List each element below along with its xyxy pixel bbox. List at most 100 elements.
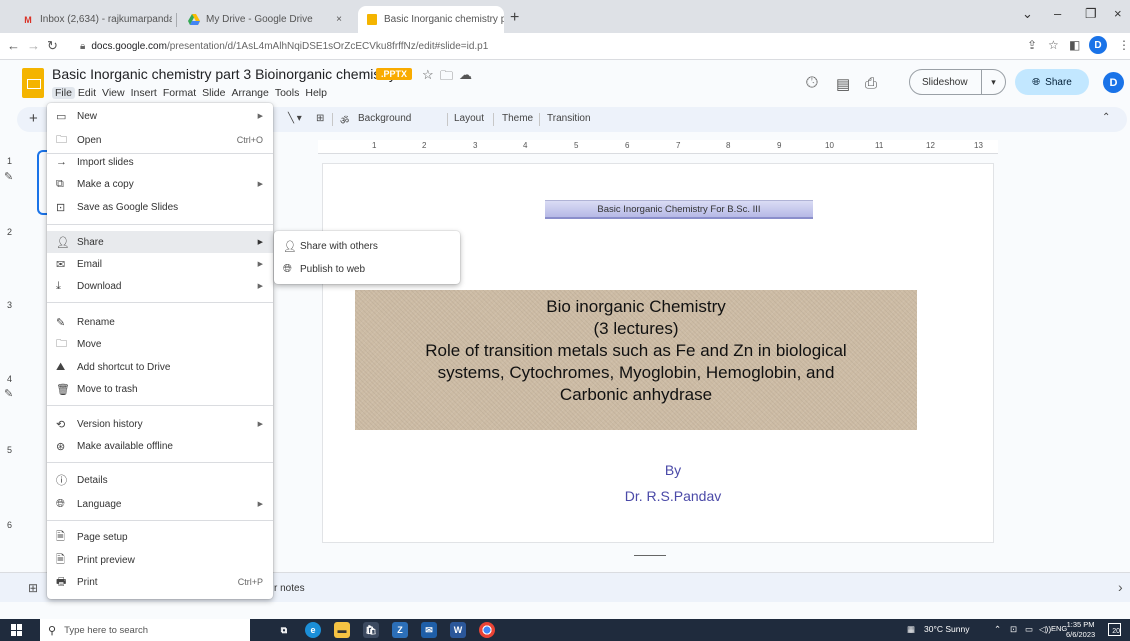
menu-edit[interactable]: Edit xyxy=(75,87,99,99)
taskbar-search-input[interactable]: ⚲ Type here to search xyxy=(40,619,250,641)
menu-format[interactable]: Format xyxy=(160,87,199,99)
account-avatar[interactable]: D xyxy=(1103,72,1124,93)
share-page-icon[interactable]: ⇪ xyxy=(1027,38,1037,52)
menu-item-new[interactable]: ▭ New ▶ xyxy=(47,105,273,127)
window-close-icon[interactable]: × xyxy=(1114,6,1122,21)
menu-item-rename[interactable]: ✎ Rename xyxy=(47,311,273,333)
expand-side-panel-icon[interactable]: › xyxy=(1118,579,1123,595)
menu-kebab-icon[interactable]: ⋮ xyxy=(1118,38,1130,52)
language-indicator[interactable]: ENG xyxy=(1051,624,1067,633)
weather-text[interactable]: 30°C Sunny xyxy=(924,624,969,634)
move-folder-icon[interactable]: 🗀︎ xyxy=(440,67,453,89)
line-tool-icon[interactable]: ╲ ▾ xyxy=(288,113,302,124)
reload-icon[interactable]: ↻ xyxy=(47,38,58,54)
new-tab-icon[interactable]: + xyxy=(510,9,519,27)
windows-start-icon[interactable] xyxy=(11,624,23,636)
layout-button[interactable]: Layout xyxy=(454,113,484,124)
menu-item-open[interactable]: 🗀︎ Open Ctrl+O xyxy=(47,129,273,151)
background-button[interactable]: Background xyxy=(358,113,411,124)
menu-file[interactable]: File xyxy=(52,87,75,99)
share-button[interactable]: 🌐︎ Share xyxy=(1015,69,1089,95)
weather-icon[interactable]: ▦ xyxy=(907,624,915,635)
slide-number[interactable]: 3 xyxy=(7,300,12,310)
chevron-down-icon[interactable]: ⌄ xyxy=(1022,6,1033,22)
tab-my-drive[interactable]: My Drive - Google Drive × xyxy=(180,6,350,33)
menu-item-print-preview[interactable]: 🗎︎ Print preview xyxy=(47,549,273,571)
menu-tools[interactable]: Tools xyxy=(272,87,303,99)
menu-item-save-as-google-slides[interactable]: ⊡ Save as Google Slides xyxy=(47,196,273,218)
menu-help[interactable]: Help xyxy=(302,87,330,99)
file-explorer-icon[interactable]: ▬ xyxy=(334,622,350,638)
grid-view-icon[interactable]: ⊞ xyxy=(28,581,38,595)
menu-item-share[interactable]: 👤︎ Share ▶ xyxy=(47,231,273,253)
menu-item-make-copy[interactable]: ⧉ Make a copy ▶ xyxy=(47,173,273,195)
theme-button[interactable]: Theme xyxy=(502,113,533,124)
menu-item-download[interactable]: ⤓ Download ▶ xyxy=(47,275,273,297)
close-icon[interactable]: × xyxy=(328,14,342,25)
slide-number[interactable]: 5 xyxy=(7,445,12,455)
bookmark-star-icon[interactable]: ☆ xyxy=(1048,38,1059,52)
speaker-notes-placeholder[interactable]: r notes xyxy=(274,583,305,594)
notification-center-icon[interactable]: 20 xyxy=(1108,623,1121,636)
volume-icon[interactable]: ◁)) xyxy=(1039,624,1051,635)
star-icon[interactable]: ☆ xyxy=(422,67,434,83)
input-tools-icon[interactable]: ॐ xyxy=(340,113,349,127)
menu-item-page-setup[interactable]: 🗎︎ Page setup xyxy=(47,526,273,548)
transition-button[interactable]: Transition xyxy=(547,113,591,124)
menu-item-add-shortcut[interactable]: ⛰ Add shortcut to Drive xyxy=(47,356,273,378)
tray-chevron-icon[interactable]: ⌃ xyxy=(994,624,1001,635)
slide-number[interactable]: 4 xyxy=(7,374,12,384)
menu-arrange[interactable]: Arrange xyxy=(228,87,271,99)
network-icon[interactable]: ⊡ xyxy=(1010,624,1017,635)
forward-icon[interactable]: → xyxy=(27,38,40,53)
menu-item-move-to-trash[interactable]: 🗑︎ Move to trash xyxy=(47,378,273,400)
store-icon[interactable]: 🛍︎ xyxy=(363,622,379,638)
menu-item-move[interactable]: 🗀︎ Move xyxy=(47,333,273,355)
word-icon[interactable]: W xyxy=(450,622,466,638)
menu-item-details[interactable]: ⓘ Details xyxy=(47,469,273,491)
slide-number[interactable]: 1 xyxy=(7,156,12,166)
document-title[interactable]: Basic Inorganic chemistry part 3 Bioinor… xyxy=(52,66,396,82)
menu-item-email[interactable]: ✉ Email ▶ xyxy=(47,253,273,275)
url-bar[interactable]: 🔒︎ docs.google.com /presentation/d/1AsL4… xyxy=(80,37,920,56)
sidepanel-icon[interactable]: ◧ xyxy=(1069,38,1080,52)
menu-item-publish-to-web[interactable]: 🌐︎ Publish to web xyxy=(274,258,460,280)
collapse-toolbar-icon[interactable]: ⌃ xyxy=(1102,112,1110,123)
meet-icon[interactable]: ⎙ xyxy=(865,75,877,92)
notes-resize-handle[interactable] xyxy=(634,555,666,556)
cloud-status-icon[interactable]: ☁︎ xyxy=(459,67,472,83)
menu-item-make-available-offline[interactable]: ⊛ Make available offline xyxy=(47,435,273,457)
menu-insert[interactable]: Insert xyxy=(128,87,160,99)
restore-icon[interactable]: ❐ xyxy=(1085,6,1097,22)
slide-banner[interactable]: Basic Inorganic Chemistry For B.Sc. III xyxy=(545,200,813,219)
new-slide-icon[interactable]: + xyxy=(29,110,38,127)
mail-app-icon[interactable]: ✉ xyxy=(421,622,437,638)
slide-author-text[interactable]: Dr. R.S.Pandav xyxy=(560,488,786,504)
slideshow-button[interactable]: Slideshow ▾ xyxy=(909,69,1006,95)
menu-slide[interactable]: Slide xyxy=(199,87,228,99)
menu-item-version-history[interactable]: ⟲ Version history ▶ xyxy=(47,413,273,435)
tab-inbox[interactable]: M Inbox (2,634) - rajkumarpandav@ × xyxy=(14,6,172,33)
battery-icon[interactable]: ▭ xyxy=(1025,624,1033,635)
menu-view[interactable]: View xyxy=(99,87,128,99)
slide-main-textbox[interactable]: Bio inorganic Chemistry (3 lectures) Rol… xyxy=(355,290,917,430)
slide-by-text[interactable]: By xyxy=(623,462,723,478)
slide-number[interactable]: 2 xyxy=(7,227,12,237)
edge-icon[interactable]: e xyxy=(305,622,321,638)
back-icon[interactable]: ← xyxy=(7,38,20,53)
menu-item-language[interactable]: 🌐︎ Language ▶ xyxy=(47,493,273,515)
comment-add-icon[interactable]: ⊞ xyxy=(316,113,324,124)
taskbar-clock[interactable]: 1:35 PM 6/6/2023 xyxy=(1066,620,1095,640)
app-icon[interactable]: Z xyxy=(392,622,408,638)
comments-icon[interactable]: ▤ xyxy=(836,75,850,93)
minimize-icon[interactable]: – xyxy=(1054,6,1061,21)
tab-slides[interactable]: Basic Inorganic chemistry part 3 × xyxy=(358,6,504,33)
menu-item-print[interactable]: 🖶︎ Print Ctrl+P xyxy=(47,571,273,593)
menu-item-import-slides[interactable]: → Import slides xyxy=(47,151,273,173)
slides-logo-icon[interactable] xyxy=(22,68,44,98)
chrome-icon[interactable] xyxy=(479,622,495,638)
history-icon[interactable]: 🕓︎ xyxy=(806,74,818,91)
task-view-icon[interactable]: ⧉ xyxy=(276,622,292,638)
slide-number[interactable]: 6 xyxy=(7,520,12,530)
menu-item-share-with-others[interactable]: 👤︎ Share with others xyxy=(274,235,460,257)
